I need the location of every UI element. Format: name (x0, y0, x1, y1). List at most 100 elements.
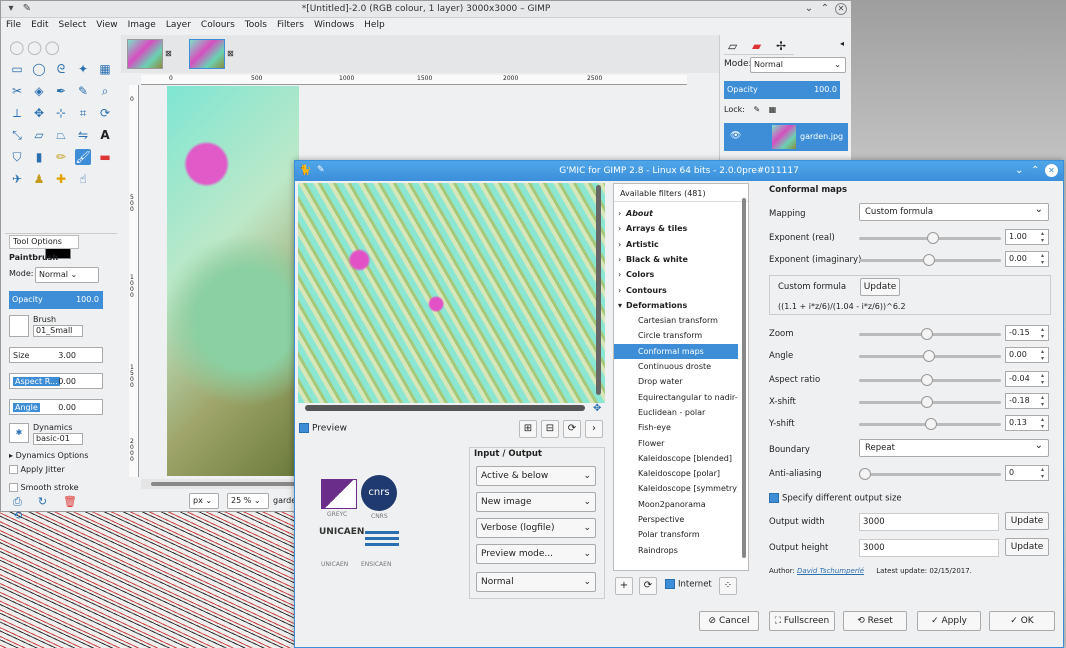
fuzzy-select-icon[interactable]: ✦ (75, 61, 91, 77)
opacity-slider[interactable]: Opacity 100.0 (9, 291, 103, 309)
angle-spinbox[interactable]: 0.00 (1005, 347, 1049, 363)
slider-knob[interactable] (925, 418, 937, 430)
menu-layer[interactable]: Layer (161, 18, 196, 30)
rotate-icon[interactable]: ⟳ (97, 105, 113, 121)
input-layers-select[interactable]: Active & below ⌄ (476, 466, 596, 486)
preview-next-icon[interactable]: › (585, 420, 603, 438)
free-select-icon[interactable]: ᘓ (53, 61, 69, 77)
formula-input[interactable]: ((1.1 + i*z/6)/(1.04 - i*z/6))^6.2 (778, 302, 906, 311)
verbosity-select[interactable]: Verbose (logfile) ⌄ (476, 518, 596, 538)
expand-arrow-icon[interactable]: › (618, 237, 621, 252)
visibility-eye-icon[interactable]: 👁 (730, 131, 741, 141)
slider-knob[interactable] (921, 396, 933, 408)
zoom-icon[interactable]: ⌕ (97, 83, 113, 99)
preview-center-icon[interactable]: ✥ (593, 403, 601, 414)
lock-pixels-icon[interactable]: ✎ (753, 105, 760, 114)
ok-button[interactable]: ✓ OK (989, 611, 1055, 631)
apply-jitter-row[interactable]: Apply Jitter (9, 465, 103, 481)
gmic-minimize-icon[interactable]: ⌄ (1015, 165, 1023, 176)
filter-item[interactable]: Cartesian transform (614, 313, 738, 328)
image-tab-1[interactable] (127, 39, 163, 69)
expand-arrow-icon[interactable]: › (618, 206, 621, 221)
dynamics-name[interactable]: basic-01 (33, 433, 83, 445)
reset-button[interactable]: ⟲ Reset (843, 611, 907, 631)
close-tab-icon[interactable]: ⊠ (165, 49, 172, 58)
xshift-slider[interactable] (859, 396, 1001, 408)
slider-knob[interactable] (921, 328, 933, 340)
gmic-maximize-icon[interactable]: ⌃ (1031, 165, 1039, 176)
yshift-slider[interactable] (859, 418, 1001, 430)
zoom-select[interactable]: 25 % ⌄ (227, 493, 269, 509)
color-select-icon[interactable]: ▦ (97, 61, 113, 77)
internet-toggle[interactable]: Internet (665, 579, 712, 590)
clone-icon[interactable]: ✚ (53, 171, 69, 187)
exp-real-spinbox[interactable]: 1.00 (1005, 229, 1049, 245)
zoom-in-icon[interactable]: ⊞ (519, 420, 537, 438)
menu-image[interactable]: Image (123, 18, 161, 30)
filter-category[interactable]: Deformations (614, 298, 738, 313)
pencil-icon[interactable]: ✏ (53, 149, 69, 165)
menu-select[interactable]: Select (54, 18, 92, 30)
expand-arrow-icon[interactable]: › (618, 252, 621, 267)
layer-mode-select[interactable]: Normal ⌄ (750, 57, 846, 73)
tab-tool-options[interactable]: Tool Options (9, 235, 79, 249)
slider-knob[interactable] (923, 350, 935, 362)
expand-arrow-icon[interactable]: › (618, 221, 621, 236)
filter-category[interactable]: Colors (614, 267, 738, 282)
output-size-toggle[interactable]: Specify different output size (769, 493, 902, 504)
image-canvas[interactable] (167, 86, 299, 476)
scissors-icon[interactable]: ✂ (9, 83, 25, 99)
zoom-spinbox[interactable]: -0.15 (1005, 325, 1049, 341)
layers-tab-icon[interactable]: ▱ (728, 39, 737, 53)
brush-name[interactable]: 01_Small (33, 325, 83, 337)
cancel-button[interactable]: ⊘ Cancel (699, 611, 759, 631)
filter-options-icon[interactable]: ⁘ (719, 577, 737, 595)
measure-icon[interactable]: ⟂ (9, 105, 25, 121)
filters-scrollbar[interactable] (742, 198, 746, 558)
expand-arrow-icon[interactable]: › (618, 283, 621, 298)
output-width-field[interactable]: 3000 (859, 513, 999, 531)
preview-mode-select[interactable]: Preview mode... ⌄ (476, 544, 596, 564)
size-slider[interactable]: Size 3.00 (9, 347, 103, 363)
menu-tools[interactable]: Tools (240, 18, 272, 30)
channels-tab-icon[interactable]: ▰ (752, 39, 761, 53)
text-icon[interactable]: A (97, 127, 113, 143)
image-tab-2[interactable] (189, 39, 225, 69)
filter-item[interactable]: Kaleidoscope [blended] (614, 451, 738, 466)
minimize-icon[interactable]: ⌄ (803, 3, 815, 15)
exp-real-slider[interactable] (859, 232, 1001, 244)
ink-icon[interactable]: ♟ (31, 171, 47, 187)
zoom-slider[interactable] (859, 328, 1001, 340)
apply-jitter-checkbox[interactable] (9, 465, 18, 474)
brush-preview[interactable] (9, 315, 29, 337)
filter-category[interactable]: Arrays & tiles (614, 221, 738, 236)
dynamics-icon[interactable]: ✱ (9, 423, 29, 443)
filter-item[interactable]: Moon2panorama (614, 497, 738, 512)
slider-knob[interactable] (923, 254, 935, 266)
scale-icon[interactable]: ⤡ (9, 127, 25, 143)
foreground-select-icon[interactable]: ◈ (31, 83, 47, 99)
filter-item[interactable]: Circle transform (614, 328, 738, 343)
restore-icon[interactable]: ↻ (38, 495, 63, 508)
align-icon[interactable]: ⊹ (53, 105, 69, 121)
yshift-spinbox[interactable]: 0.13 (1005, 415, 1049, 431)
filter-item[interactable]: Fish-eye (614, 420, 738, 435)
menu-filters[interactable]: Filters (272, 18, 309, 30)
smooth-stroke-row[interactable]: Smooth stroke (9, 483, 103, 493)
filter-item[interactable]: Equirectangular to nadir-z (614, 390, 738, 405)
paths-icon[interactable]: ✒ (53, 83, 69, 99)
blend-mode-select[interactable]: Normal ⌄ (476, 572, 596, 592)
menu-view[interactable]: View (91, 18, 122, 30)
slider-knob[interactable] (927, 232, 939, 244)
menu-help[interactable]: Help (359, 18, 390, 30)
mode-select[interactable]: Normal ⌄ (35, 267, 99, 283)
ellipse-select-icon[interactable]: ◯ (31, 61, 47, 77)
menu-file[interactable]: File (1, 18, 26, 30)
update-height-button[interactable]: Update (1005, 538, 1049, 556)
fullscreen-button[interactable]: ⛶ Fullscreen (769, 611, 835, 631)
flip-icon[interactable]: ⇋ (75, 127, 91, 143)
filter-item[interactable]: Kaleidoscope [symmetry] (614, 481, 738, 496)
filter-item[interactable]: Raindrops (614, 543, 738, 558)
save-icon[interactable]: ⎙ (13, 495, 38, 508)
apply-button[interactable]: ✓ Apply (917, 611, 981, 631)
